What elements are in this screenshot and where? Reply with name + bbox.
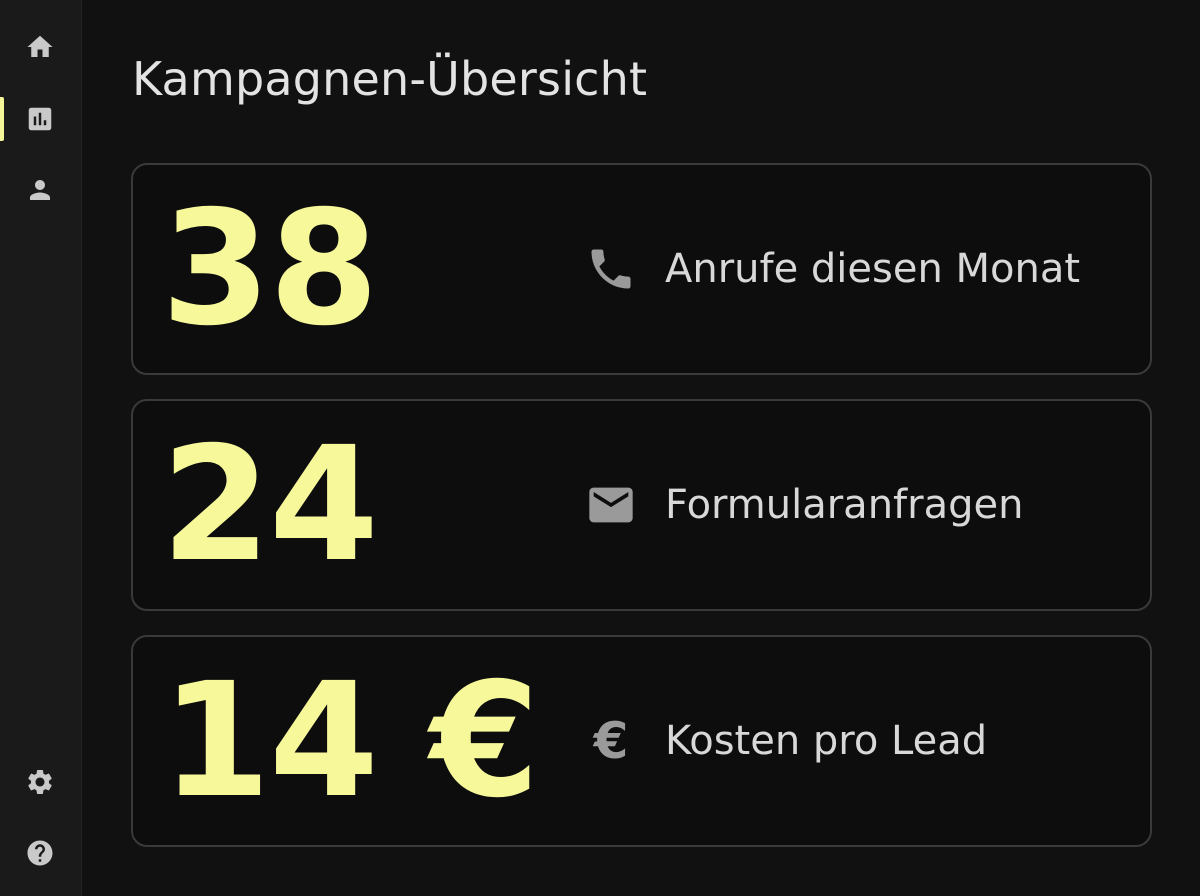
metric-label: Formularanfragen [665, 482, 1024, 528]
help-icon [27, 840, 53, 866]
sidebar [0, 0, 82, 896]
metric-card-calls: 38 Anrufe diesen Monat [131, 163, 1152, 375]
metric-card-forms: 24 Formularanfragen [131, 399, 1152, 611]
metric-card-cost: 14 € € Kosten pro Lead [131, 635, 1152, 847]
metric-label-group: Formularanfragen [585, 401, 1023, 609]
metric-value: 38 [161, 177, 379, 361]
app-root: Kampagnen-Übersicht 38 Anrufe diesen Mon… [0, 0, 1200, 896]
user-icon [30, 180, 50, 200]
metric-label: Anrufe diesen Monat [665, 246, 1081, 292]
metric-value: 14 € [161, 649, 540, 833]
sidebar-item-stats[interactable] [0, 91, 80, 147]
active-indicator [0, 97, 4, 141]
bar-chart-icon [28, 107, 52, 131]
phone-icon [585, 243, 637, 295]
metric-value: 24 [161, 413, 379, 597]
euro-icon: € [585, 715, 637, 767]
sidebar-item-settings[interactable] [0, 754, 80, 810]
home-icon [27, 35, 53, 57]
sidebar-item-home[interactable] [0, 19, 80, 75]
page-title: Kampagnen-Übersicht [132, 52, 648, 106]
metric-label-group: € Kosten pro Lead [585, 637, 988, 845]
metric-label: Kosten pro Lead [665, 718, 988, 764]
metric-label-group: Anrufe diesen Monat [585, 165, 1080, 373]
gear-icon [28, 770, 52, 794]
sidebar-item-user[interactable] [0, 162, 80, 218]
mail-icon [585, 479, 637, 531]
euro-glyph: € [593, 712, 629, 770]
sidebar-item-help[interactable] [0, 825, 80, 881]
